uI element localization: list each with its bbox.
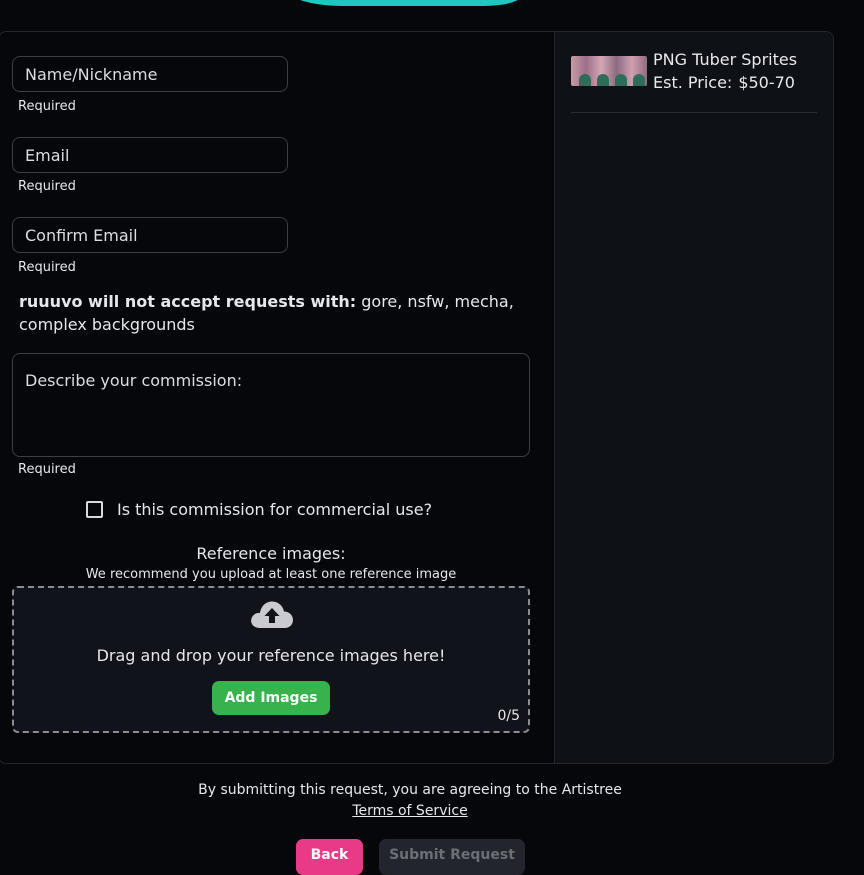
- email-field[interactable]: Email: [12, 137, 288, 173]
- reference-dropzone[interactable]: Drag and drop your reference images here…: [12, 586, 530, 733]
- confirm-email-required-hint: Required: [18, 260, 76, 275]
- image-count: 0/5: [497, 708, 520, 724]
- add-images-button[interactable]: Add Images: [212, 681, 330, 715]
- name-field[interactable]: Name/Nickname: [12, 56, 288, 92]
- reference-images-title: Reference images:: [196, 544, 346, 563]
- restrictions-notice-bold: ruuuvo will not accept requests with:: [19, 292, 357, 311]
- commercial-use-checkbox[interactable]: [86, 501, 103, 518]
- item-title: PNG Tuber Sprites: [653, 50, 798, 69]
- header-brush-graphic: [283, 0, 525, 6]
- submit-request-button[interactable]: Submit Request: [379, 839, 525, 875]
- summary-item: PNG Tuber Sprites Est. Price: $50-70: [571, 50, 817, 113]
- tos-row: Terms of Service: [0, 803, 820, 819]
- restrictions-notice: ruuuvo will not accept requests with: go…: [19, 290, 529, 336]
- email-placeholder: Email: [25, 146, 70, 165]
- description-placeholder: Describe your commission:: [25, 371, 243, 390]
- name-placeholder: Name/Nickname: [25, 65, 158, 84]
- item-thumbnail: [571, 56, 647, 86]
- back-button[interactable]: Back: [296, 839, 363, 875]
- item-price: Est. Price: $50-70: [653, 73, 795, 92]
- dropzone-text: Drag and drop your reference images here…: [96, 646, 446, 665]
- name-required-hint: Required: [18, 99, 76, 114]
- commercial-use-label[interactable]: Is this commission for commercial use?: [117, 500, 432, 519]
- price-label: Est. Price:: [653, 73, 733, 92]
- description-textarea[interactable]: Describe your commission:: [12, 353, 530, 457]
- email-required-hint: Required: [18, 179, 76, 194]
- confirm-email-placeholder: Confirm Email: [25, 226, 138, 245]
- agreement-text: By submitting this request, you are agre…: [198, 782, 622, 798]
- terms-of-service-link[interactable]: Terms of Service: [352, 803, 467, 819]
- price-value: $50-70: [738, 73, 795, 92]
- description-required-hint: Required: [18, 462, 76, 477]
- cloud-upload-icon: [251, 601, 293, 628]
- commission-form-card: Name/Nickname Required Email Required Co…: [0, 31, 834, 764]
- confirm-email-field[interactable]: Confirm Email: [12, 217, 288, 253]
- reference-images-subtitle: We recommend you upload at least one ref…: [85, 567, 457, 582]
- order-summary-sidebar: PNG Tuber Sprites Est. Price: $50-70: [554, 32, 833, 763]
